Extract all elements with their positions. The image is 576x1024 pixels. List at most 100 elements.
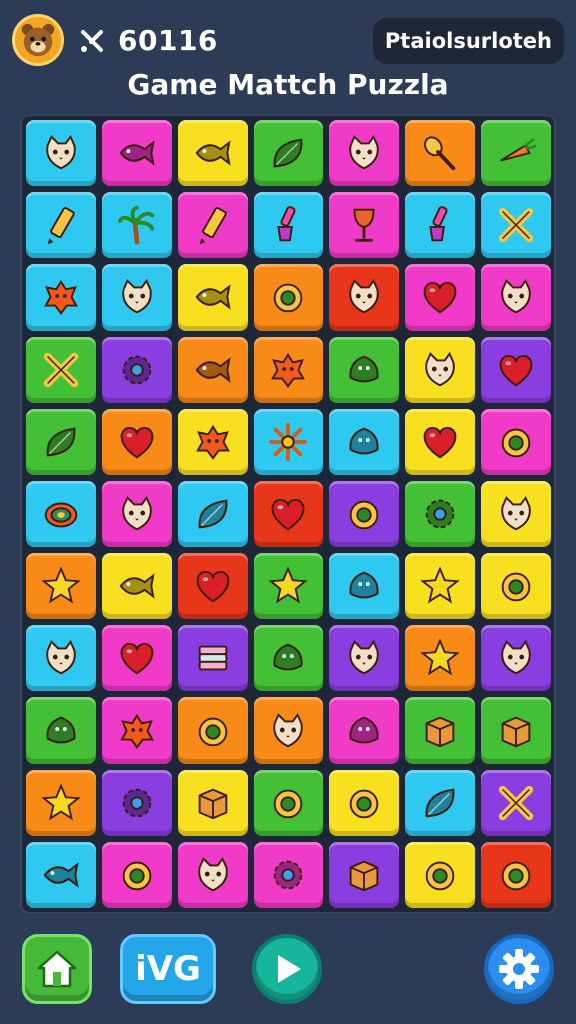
board-tile[interactable] [481, 769, 551, 836]
board-tile[interactable] [101, 553, 172, 620]
board-tile[interactable] [253, 841, 324, 908]
board-tile[interactable] [329, 192, 400, 259]
board-tile[interactable] [26, 408, 96, 475]
board-tile[interactable] [405, 480, 476, 548]
board-tile[interactable] [329, 264, 400, 331]
board-tile[interactable] [101, 697, 172, 764]
board-tile[interactable] [481, 625, 551, 692]
player-label-pill[interactable]: Ptaiolsurloteh [372, 18, 564, 64]
board-tile[interactable] [101, 120, 172, 187]
board-tile[interactable] [329, 120, 400, 187]
board-tile[interactable] [405, 697, 476, 764]
board-tile[interactable] [177, 336, 248, 403]
board-tile[interactable] [253, 697, 324, 764]
board-tile[interactable] [405, 625, 476, 692]
board-tile[interactable] [101, 625, 172, 692]
board-tile[interactable] [101, 264, 172, 331]
board-tile[interactable] [177, 769, 248, 836]
leaf-icon [46, 427, 76, 457]
board-tile[interactable] [405, 120, 476, 187]
settings-button[interactable] [484, 934, 554, 1004]
star-icon [41, 783, 81, 821]
board-tile[interactable] [177, 480, 248, 548]
board-tile[interactable] [405, 192, 476, 259]
star-blob-icon [271, 352, 306, 388]
board-tile[interactable] [481, 336, 551, 403]
board-tile[interactable] [177, 264, 248, 331]
board-tile[interactable] [405, 336, 476, 403]
board-tile[interactable] [177, 841, 248, 908]
heart-icon [272, 498, 305, 531]
board-tile[interactable] [177, 192, 248, 259]
blob-icon [349, 571, 379, 599]
board-tile[interactable] [481, 480, 551, 548]
board-tile[interactable] [329, 336, 400, 403]
heart-icon [499, 354, 533, 387]
board-tile[interactable] [26, 841, 96, 908]
board-tile[interactable] [177, 553, 248, 620]
avatar[interactable] [12, 14, 64, 66]
board-tile[interactable] [26, 553, 96, 620]
board-tile[interactable] [26, 336, 96, 403]
board-tile[interactable] [481, 553, 551, 620]
board-tile[interactable] [101, 336, 172, 403]
board-tile[interactable] [101, 408, 172, 475]
board-tile[interactable] [253, 480, 324, 548]
board-tile[interactable] [329, 480, 400, 548]
board-tile[interactable] [26, 625, 96, 692]
board-tile[interactable] [253, 264, 324, 331]
board-tile[interactable] [253, 408, 324, 475]
ring-icon [501, 572, 531, 602]
board-tile[interactable] [253, 120, 324, 187]
board-tile[interactable] [177, 697, 248, 764]
ivg-button[interactable]: iVG [120, 934, 216, 1004]
board-tile[interactable] [329, 408, 400, 475]
board-tile[interactable] [329, 769, 400, 836]
board-tile[interactable] [481, 408, 551, 475]
board-tile[interactable] [26, 120, 96, 187]
board-tile[interactable] [405, 408, 476, 475]
board-tile[interactable] [177, 408, 248, 475]
ring-icon [274, 284, 303, 313]
board-tile[interactable] [329, 553, 400, 620]
board-tile[interactable] [405, 264, 476, 331]
board-tile[interactable] [481, 264, 551, 331]
board-tile[interactable] [101, 841, 172, 908]
board-tile[interactable] [26, 769, 96, 836]
board-tile[interactable] [253, 625, 324, 692]
leaf-icon [425, 788, 455, 818]
board-tile[interactable] [177, 120, 248, 187]
board-tile[interactable] [101, 769, 172, 836]
board-tile[interactable] [101, 480, 172, 548]
brush-icon [429, 206, 448, 242]
cat-face-icon [273, 712, 304, 747]
board-tile[interactable] [26, 192, 96, 259]
board-tile[interactable] [101, 192, 172, 259]
board-tile[interactable] [329, 625, 400, 692]
board-tile[interactable] [329, 697, 400, 764]
board-tile[interactable] [329, 841, 400, 908]
fish-icon [195, 356, 231, 383]
game-title: Game Mattch Puzzla [127, 68, 449, 101]
play-button[interactable] [252, 934, 322, 1004]
cat-face-icon [501, 495, 531, 531]
board-tile[interactable] [481, 192, 551, 259]
gear-icon [122, 355, 152, 384]
board-tile[interactable] [405, 769, 476, 836]
board-tile[interactable] [253, 553, 324, 620]
board-tile[interactable] [405, 841, 476, 908]
board-tile[interactable] [253, 769, 324, 836]
board-tile[interactable] [253, 192, 324, 259]
board-tile[interactable] [481, 841, 551, 908]
star-icon [420, 638, 460, 676]
board-tile[interactable] [481, 697, 551, 764]
gear-icon [274, 860, 303, 890]
board-tile[interactable] [405, 553, 476, 620]
board-tile[interactable] [26, 480, 96, 548]
board-tile[interactable] [177, 625, 248, 692]
board-tile[interactable] [26, 264, 96, 331]
home-button[interactable] [22, 934, 92, 1004]
board-tile[interactable] [26, 697, 96, 764]
board-tile[interactable] [253, 336, 324, 403]
board-tile[interactable] [481, 120, 551, 187]
